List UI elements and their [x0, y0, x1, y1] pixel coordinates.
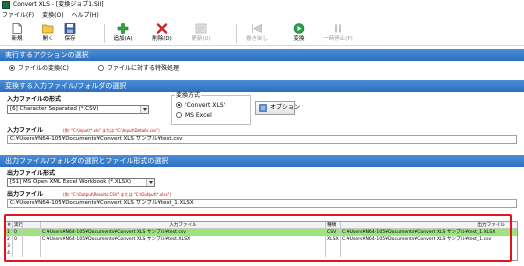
method-msexcel-radio[interactable]: MS Excel — [176, 112, 212, 120]
method-msexcel-label: MS Excel — [185, 112, 212, 119]
method-convertxls-label: 'Convert XLS' — [185, 102, 226, 109]
chevron-down-icon[interactable] — [146, 179, 154, 186]
convert-button[interactable]: 変換 — [284, 22, 314, 45]
convert-files-radio[interactable]: ファイルの変換(C) — [9, 65, 69, 73]
update-icon — [195, 23, 207, 34]
output-format-value: [51] MS Open XML Excel Workbook (*.XLSX) — [10, 179, 132, 185]
output-file-label: 出力ファイル — [7, 191, 44, 198]
input-format-select[interactable]: [6] Character Separated (*.CSV) — [7, 105, 149, 114]
special-processing-label: ファイルに対する特殊処理 — [107, 65, 180, 72]
delete-button[interactable]: 削除(D) — [147, 22, 177, 45]
add-plus-icon — [117, 23, 129, 34]
output-file-hint: (例: "C:\Output\Results.CSV" または "C:\Outp… — [63, 192, 172, 197]
input-format-label: 入力ファイルの形式 — [7, 96, 62, 103]
update-button[interactable]: 更新(U) — [186, 22, 216, 45]
delete-x-icon — [156, 23, 168, 34]
radio-selected-icon — [176, 102, 182, 108]
radio-unselected-icon — [176, 112, 182, 118]
chevron-down-icon[interactable] — [140, 106, 148, 113]
radio-selected-icon — [9, 65, 15, 71]
app-icon — [2, 1, 10, 9]
toolbar: 新規 開く 保存 追加(A) 削除(D) 更新(U) 巻き戻し 変換 一時停止(… — [0, 21, 524, 46]
input-file-value: C:¥Users¥N64-105¥Documents¥Convert XLS サ… — [10, 136, 183, 142]
pause-button[interactable]: 一時停止(P) — [318, 22, 358, 45]
toolbar-separator — [236, 24, 237, 43]
output-file-field[interactable]: C:¥Users¥N64-105¥Documents¥Convert XLS サ… — [7, 199, 517, 208]
pause-button-label: 一時停止(P) — [323, 36, 353, 42]
new-button[interactable]: 新規 — [2, 22, 32, 45]
rewind-button[interactable]: 巻き戻し — [242, 22, 272, 45]
conversion-method-group: 変換方式 'Convert XLS' MS Excel — [171, 92, 251, 125]
highlight-box — [4, 214, 512, 262]
convert-play-icon — [293, 23, 305, 34]
convert-button-label: 変換 — [293, 36, 305, 42]
conversion-method-title: 変換方式 — [175, 92, 202, 99]
rewind-button-label: 巻き戻し — [245, 36, 268, 42]
open-folder-icon — [42, 23, 54, 34]
output-file-value: C:¥Users¥N64-105¥Documents¥Convert XLS サ… — [10, 200, 194, 206]
input-file-label: 入力ファイル — [7, 127, 44, 134]
save-icon — [64, 23, 76, 34]
title-bar: Convert XLS - [変換ジョブ1.SII] — [0, 0, 524, 10]
update-button-label: 更新(U) — [191, 36, 211, 42]
new-button-label: 新規 — [11, 36, 23, 42]
save-button[interactable]: 保存 — [58, 22, 82, 45]
add-button[interactable]: 追加(A) — [108, 22, 138, 45]
input-file-hint: (例: "C:\Input\*.xls" または "C:\Input\Detai… — [63, 128, 160, 133]
method-convertxls-radio[interactable]: 'Convert XLS' — [176, 102, 225, 110]
input-format-value: [6] Character Separated (*.CSV) — [10, 106, 99, 112]
window-title: Convert XLS - [変換ジョブ1.SII] — [13, 1, 104, 8]
rewind-icon — [251, 23, 263, 34]
radio-unselected-icon — [98, 65, 104, 71]
output-format-select[interactable]: [51] MS Open XML Excel Workbook (*.XLSX) — [7, 178, 155, 187]
pause-icon — [332, 23, 344, 34]
save-button-label: 保存 — [64, 36, 76, 42]
special-processing-radio[interactable]: ファイルに対する特殊処理 — [98, 65, 179, 73]
output-section-header: 出力ファイル/フォルダの選択とファイル形式の選択 — [0, 155, 524, 167]
new-file-icon — [11, 23, 23, 34]
input-section-header: 変換する入力ファイル/フォルダの選択 — [0, 80, 524, 92]
menu-help[interactable]: ヘルプ(H) — [72, 11, 99, 20]
options-icon — [259, 104, 267, 112]
toolbar-separator — [104, 24, 105, 43]
action-section-header: 実行するアクションの選択 — [0, 49, 524, 61]
add-button-label: 追加(A) — [113, 36, 133, 42]
convert-files-label: ファイルの変換(C) — [18, 65, 69, 72]
delete-button-label: 削除(D) — [152, 36, 172, 42]
menu-bar: ファイル(F) 変換(O) ヘルプ(H) — [0, 11, 524, 20]
options-button-label: オプション — [270, 104, 301, 111]
input-file-field[interactable]: C:¥Users¥N64-105¥Documents¥Convert XLS サ… — [7, 135, 517, 144]
output-format-label: 出力ファイル形式 — [7, 170, 56, 177]
menu-convert[interactable]: 変換(O) — [42, 11, 63, 20]
menu-file[interactable]: ファイル(F) — [2, 11, 34, 20]
options-button[interactable]: オプション — [255, 101, 300, 115]
